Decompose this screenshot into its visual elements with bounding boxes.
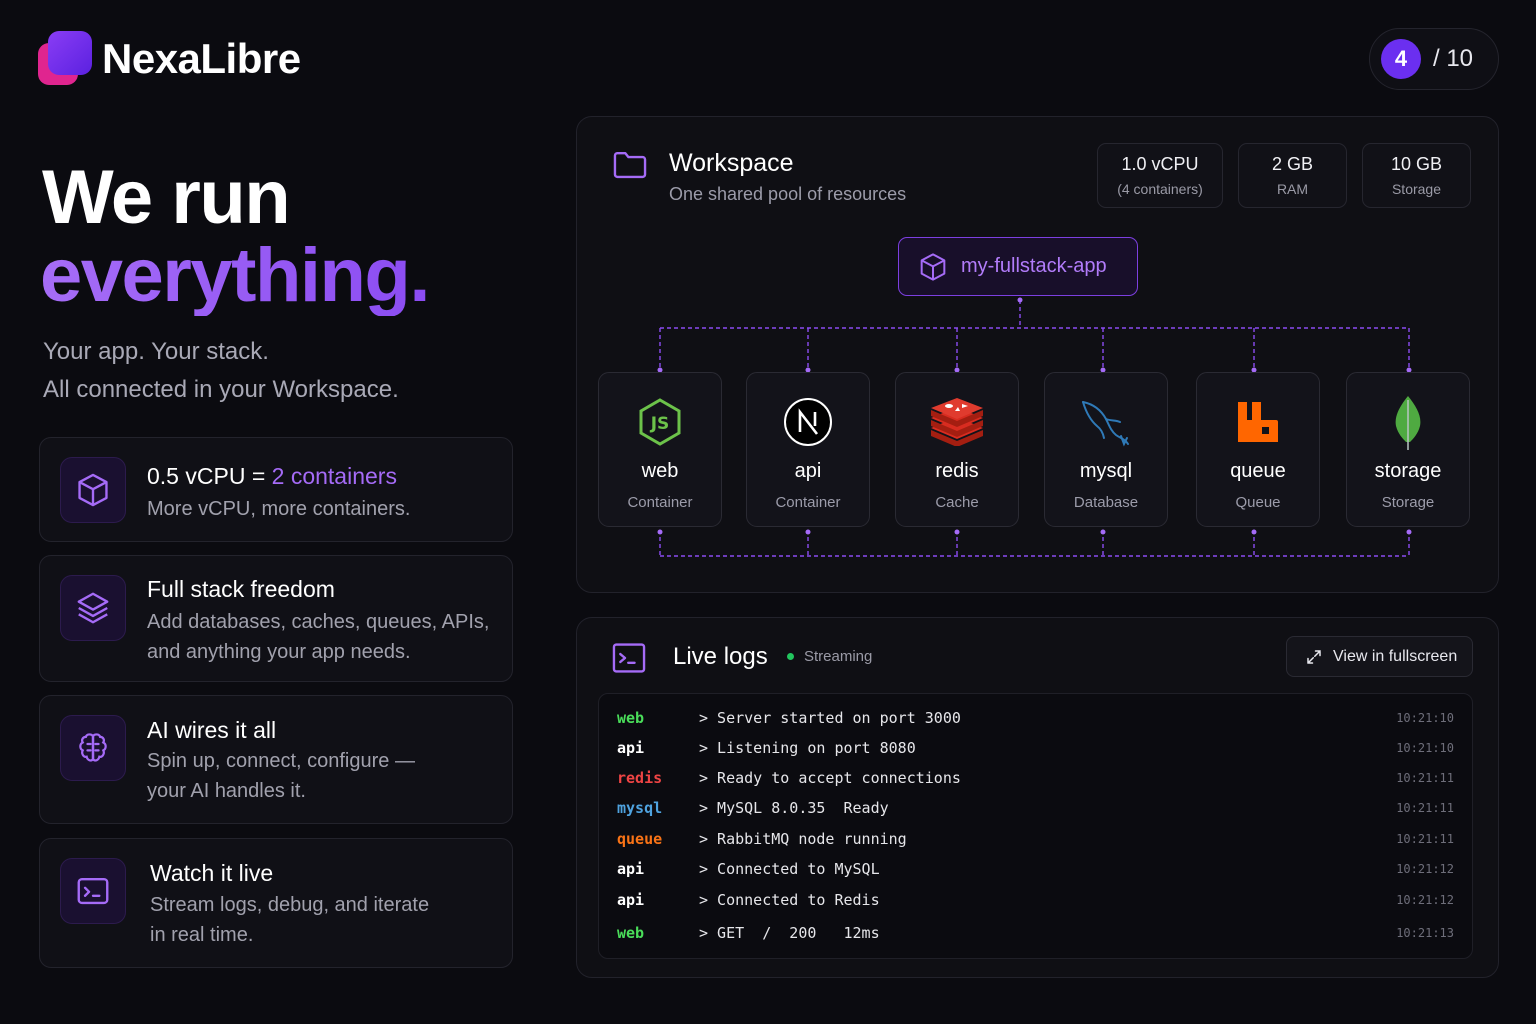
rabbitmq-icon (1197, 395, 1319, 449)
log-row: web > GET / 200 12ms 10:21:13 (617, 921, 1454, 945)
redis-icon (896, 395, 1018, 449)
log-row: queue > RabbitMQ node running 10:21:11 (617, 827, 1454, 851)
log-timestamp: 10:21:11 (1396, 832, 1454, 846)
streaming-status: Streaming (787, 648, 872, 665)
log-source: api (617, 860, 645, 878)
log-source: api (617, 891, 645, 909)
log-message: > Ready to accept connections (699, 769, 961, 787)
log-row: web > Server started on port 3000 10:21:10 (617, 706, 1454, 730)
view-fullscreen-button[interactable]: View in fullscreen (1286, 636, 1473, 677)
log-source: web (617, 924, 645, 942)
service-mysql[interactable]: mysql Database (1044, 372, 1168, 527)
log-timestamp: 10:21:10 (1396, 741, 1454, 755)
log-row: mysql > MySQL 8.0.35 Ready 10:21:11 (617, 796, 1454, 820)
mongodb-leaf-icon (1347, 395, 1469, 450)
service-api[interactable]: api Container (746, 372, 870, 527)
log-row: redis > Ready to accept connections 10:21:… (617, 766, 1454, 790)
service-web[interactable]: JS web Container (598, 372, 722, 527)
terminal-icon (610, 639, 648, 682)
nodejs-icon: JS (599, 395, 721, 449)
log-source: mysql (617, 799, 663, 817)
log-source: api (617, 739, 645, 757)
log-timestamp: 10:21:12 (1396, 893, 1454, 907)
log-message: > Server started on port 3000 (699, 709, 961, 727)
log-message: > Connected to Redis (699, 891, 880, 909)
log-message: > Listening on port 8080 (699, 739, 916, 757)
app-node[interactable]: my-fullstack-app (898, 237, 1138, 296)
nextjs-icon (747, 395, 869, 449)
status-dot (787, 653, 794, 660)
log-row: api > Connected to Redis 10:21:12 (617, 888, 1454, 912)
log-timestamp: 10:21:12 (1396, 862, 1454, 876)
log-message: > RabbitMQ node running (699, 830, 907, 848)
service-redis[interactable]: redis Cache (895, 372, 1019, 527)
service-queue[interactable]: queue Queue (1196, 372, 1320, 527)
log-message: > Connected to MySQL (699, 860, 880, 878)
log-message: > GET / 200 12ms (699, 924, 880, 942)
log-message: > MySQL 8.0.35 Ready (699, 799, 889, 817)
cube-icon (920, 252, 946, 281)
logs-title: Live logs (673, 643, 768, 670)
log-source: redis (617, 769, 663, 787)
log-timestamp: 10:21:11 (1396, 801, 1454, 815)
service-storage[interactable]: storage Storage (1346, 372, 1470, 527)
expand-icon (1307, 649, 1321, 664)
log-timestamp: 10:21:11 (1396, 771, 1454, 785)
mysql-dolphin-icon (1045, 395, 1167, 449)
log-row: api > Connected to MySQL 10:21:12 (617, 857, 1454, 881)
log-timestamp: 10:21:10 (1396, 711, 1454, 725)
log-source: queue (617, 830, 663, 848)
log-source: web (617, 709, 645, 727)
app-name: my-fullstack-app (961, 255, 1107, 277)
log-output[interactable]: web > Server started on port 3000 10:21:10… (598, 693, 1473, 959)
log-row: api > Listening on port 8080 10:21:10 (617, 736, 1454, 760)
log-timestamp: 10:21:13 (1396, 926, 1454, 940)
svg-text:JS: JS (650, 414, 670, 434)
